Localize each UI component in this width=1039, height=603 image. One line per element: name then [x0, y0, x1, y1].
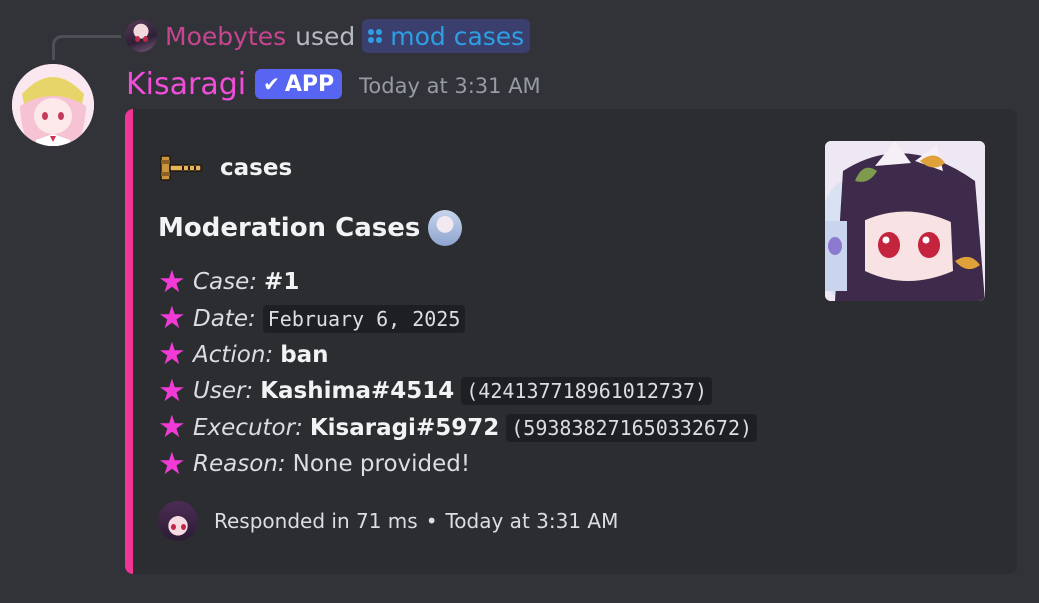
field-label: Date: — [193, 305, 256, 332]
footer-text: Responded in 71 ms — [214, 509, 418, 533]
field-case: ★ Case: #1 — [158, 264, 757, 300]
reply-user-avatar[interactable] — [125, 20, 157, 52]
star-icon: ★ — [158, 409, 186, 446]
star-icon: ★ — [158, 300, 186, 337]
star-icon: ★ — [158, 445, 186, 482]
field-value: ban — [280, 341, 329, 368]
field-date: ★ Date: February 6, 2025 — [158, 300, 757, 336]
bot-name[interactable]: Kisaragi — [126, 67, 246, 102]
star-icon: ★ — [158, 372, 186, 409]
embed-title: Moderation Cases — [158, 209, 463, 247]
embed-title-text: Moderation Cases — [158, 213, 421, 243]
footer-avatar — [158, 501, 198, 541]
verified-check-icon: ✔ — [263, 72, 280, 96]
field-executor: ★ Executor: Kisaragi#5972 (5938382716503… — [158, 409, 758, 446]
footer-time: Today at 3:31 AM — [445, 509, 619, 533]
app-badge-label: APP — [284, 71, 335, 97]
field-code: (593838271650332672) — [506, 413, 758, 442]
field-value: #1 — [264, 269, 300, 296]
star-icon: ★ — [158, 336, 186, 373]
field-action: ★ Action: ban — [158, 337, 757, 373]
field-value: Kashima#4514 — [260, 378, 455, 405]
app-badge: ✔ APP — [255, 69, 343, 99]
bot-avatar[interactable] — [12, 64, 94, 146]
field-value: Kisaragi#5972 — [309, 414, 500, 441]
reply-connector — [52, 35, 121, 60]
field-value: None provided! — [292, 451, 471, 478]
field-label: Case: — [193, 269, 258, 296]
anime-girl-emoji-icon — [428, 210, 463, 246]
reply-header: Moebytes used mod cases — [165, 18, 531, 54]
field-reason: ★ Reason: None provided! — [158, 446, 757, 482]
embed-footer: Responded in 71 ms • Today at 3:31 AM — [158, 501, 618, 541]
message-timestamp[interactable]: Today at 3:31 AM — [359, 74, 541, 98]
reply-used-text: used — [295, 21, 356, 51]
command-name: mod cases — [390, 21, 525, 51]
slash-command-icon — [368, 29, 383, 43]
command-mention[interactable]: mod cases — [362, 19, 531, 53]
field-label: Reason: — [193, 451, 286, 478]
embed-author-name[interactable]: cases — [220, 155, 292, 181]
field-code: (424137718961012737) — [461, 377, 713, 406]
embed-card: cases Moderation Cases ★ Case: #1 ★ Date… — [125, 109, 1017, 574]
field-code: February 6, 2025 — [262, 304, 466, 333]
reply-user-name[interactable]: Moebytes — [165, 22, 286, 51]
embed-fields: ★ Case: #1 ★ Date: February 6, 2025 ★ Ac… — [158, 264, 758, 482]
footer-separator: • — [425, 509, 438, 533]
embed-thumbnail[interactable] — [825, 141, 985, 301]
star-icon: ★ — [158, 263, 186, 300]
hammer-icon — [160, 155, 202, 181]
field-label: Action: — [193, 341, 274, 368]
field-user: ★ User: Kashima#4514 (424137718961012737… — [158, 373, 757, 409]
embed-accent-bar — [125, 109, 133, 574]
field-label: User: — [193, 378, 254, 405]
embed-author: cases — [158, 150, 292, 186]
field-label: Executor: — [193, 414, 303, 441]
message-header: Kisaragi ✔ APP Today at 3:31 AM — [126, 64, 541, 104]
